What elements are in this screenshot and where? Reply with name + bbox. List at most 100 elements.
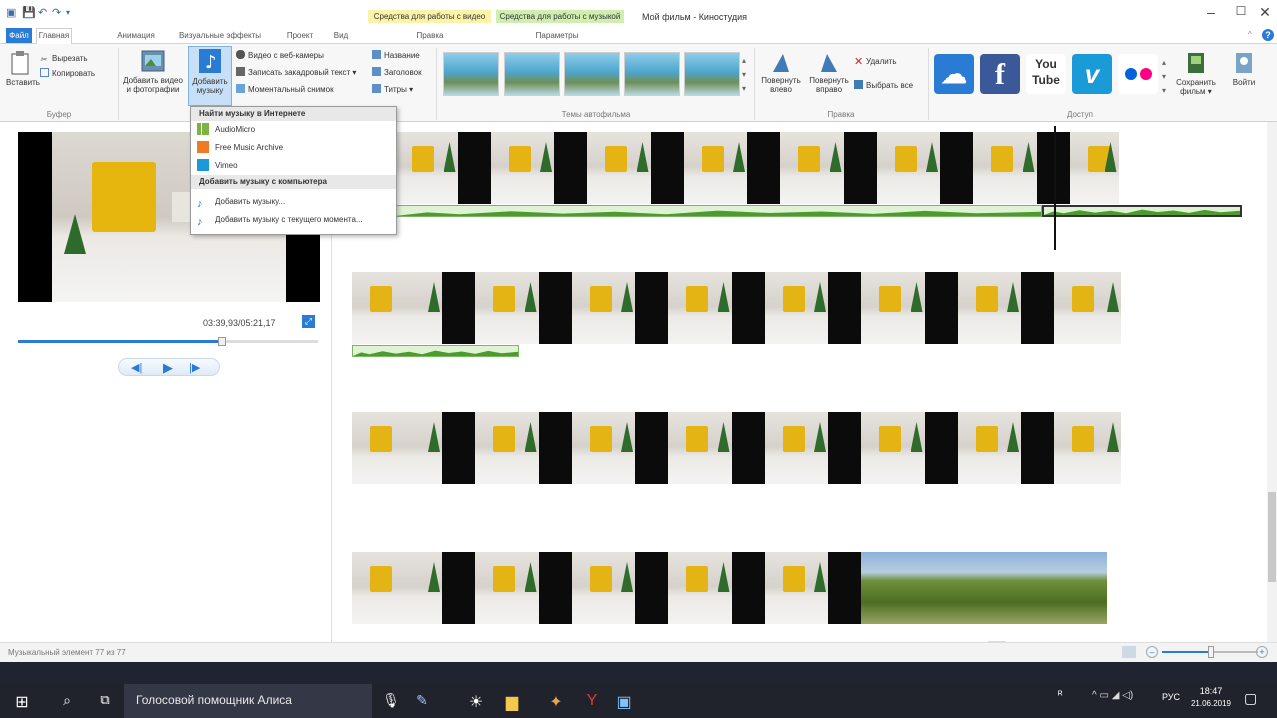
clip-frame[interactable]: [1036, 132, 1070, 204]
select-all-button[interactable]: Выбрать все: [854, 80, 913, 91]
clip-frame[interactable]: [764, 412, 828, 484]
credits-button[interactable]: Титры ▾: [372, 84, 413, 95]
menu-item-add-music-current[interactable]: ♪ Добавить музыку с текущего момента...: [191, 211, 396, 229]
close-button[interactable]: ✕: [1250, 4, 1277, 22]
clock-time[interactable]: 18:47: [1196, 686, 1226, 696]
thumbnail-size-icon[interactable]: [1122, 646, 1136, 658]
flickr-icon[interactable]: [1118, 54, 1158, 94]
theme-thumbnail[interactable]: [684, 52, 740, 96]
clip-frame[interactable]: [731, 412, 765, 484]
clip-frame[interactable]: [1021, 272, 1054, 344]
clip-frame[interactable]: [1021, 412, 1054, 484]
people-icon[interactable]: ᴿ: [1058, 690, 1063, 701]
yandex-browser-icon[interactable]: Y: [580, 692, 604, 710]
clip-frame[interactable]: [442, 412, 475, 484]
menu-item-vimeo[interactable]: Vimeo: [191, 157, 396, 175]
clip-frame[interactable]: [442, 552, 475, 624]
clip-frame[interactable]: [635, 272, 668, 344]
clip-frame[interactable]: [571, 272, 635, 344]
playhead[interactable]: [1054, 126, 1056, 250]
search-icon[interactable]: ⌕: [56, 692, 78, 709]
notification-icon[interactable]: ▢: [1244, 690, 1257, 707]
clip-frame[interactable]: [668, 412, 732, 484]
save-quick-icon[interactable]: 💾: [22, 6, 36, 19]
seek-thumb[interactable]: [218, 337, 226, 346]
delete-button[interactable]: ✕ Удалить: [854, 56, 897, 68]
clip-frame[interactable]: [828, 412, 861, 484]
clip-frame[interactable]: [352, 552, 442, 624]
cut-button[interactable]: ✂ Вырезать: [40, 53, 88, 64]
tab-options[interactable]: Параметры: [524, 29, 590, 43]
clip-frame[interactable]: [571, 412, 635, 484]
photo-app-icon[interactable]: ▣: [612, 692, 636, 712]
scroll-thumb[interactable]: [1268, 492, 1276, 582]
task-view-icon[interactable]: ⧉: [94, 692, 116, 708]
clip-frame[interactable]: [876, 132, 940, 204]
clip-frame[interactable]: [861, 412, 925, 484]
previous-frame-icon[interactable]: ◀|: [131, 361, 142, 374]
sign-in-button[interactable]: Войти: [1224, 50, 1264, 87]
menu-item-audiomicro[interactable]: AudioMicro: [191, 121, 396, 139]
themes-scroll-icon[interactable]: ▴ ▾ ▾: [742, 54, 746, 96]
title-button[interactable]: Название: [372, 50, 420, 61]
clip-frame[interactable]: [490, 132, 554, 204]
tab-view[interactable]: Вид: [330, 29, 352, 43]
theme-thumbnail[interactable]: [564, 52, 620, 96]
clip-frame[interactable]: [538, 272, 572, 344]
clip-frame[interactable]: [475, 552, 539, 624]
youtube-icon[interactable]: You Tube: [1026, 54, 1066, 94]
clip-frame[interactable]: [475, 412, 539, 484]
tab-visual-effects[interactable]: Визуальные эффекты: [178, 29, 262, 43]
clip-frame[interactable]: [554, 132, 587, 204]
clip-frame[interactable]: [940, 132, 973, 204]
zoom-in-icon[interactable]: +: [1256, 646, 1268, 658]
music-waveform-selected[interactable]: [1042, 205, 1242, 217]
clock-date[interactable]: 21.06.2019: [1190, 699, 1232, 708]
zoom-thumb[interactable]: [1208, 646, 1214, 658]
add-music-button[interactable]: ♪ Добавить музыку: [188, 46, 232, 106]
narration-button[interactable]: Записать закадровый текст ▾: [236, 67, 356, 78]
music-waveform[interactable]: [352, 345, 519, 357]
windows-start-icon[interactable]: ⊞: [10, 692, 34, 712]
file-explorer-icon[interactable]: ▆: [500, 692, 524, 712]
clip-frame[interactable]: [924, 272, 958, 344]
clip-frame[interactable]: [764, 552, 828, 624]
clip-frame[interactable]: [668, 552, 732, 624]
paste-button[interactable]: Вставить: [6, 50, 40, 87]
redo-icon[interactable]: ↷: [52, 6, 61, 19]
collapse-ribbon-icon[interactable]: ^: [1248, 30, 1252, 39]
language-indicator[interactable]: РУС: [1162, 692, 1180, 702]
next-frame-icon[interactable]: |▶: [189, 361, 200, 374]
tab-animation[interactable]: Анимация: [116, 29, 156, 43]
copy-button[interactable]: Копировать: [40, 68, 95, 79]
clip-frame[interactable]: [538, 552, 572, 624]
tray-icons[interactable]: ^ ▭ ◢ ◁): [1092, 690, 1133, 701]
clip-frame[interactable]: [828, 272, 861, 344]
clip-frame[interactable]: [668, 272, 732, 344]
clip-frame[interactable]: [843, 132, 877, 204]
menu-item-add-music[interactable]: ♪ Добавить музыку...: [191, 193, 396, 211]
clip-frame[interactable]: [457, 132, 491, 204]
share-scroll-icon[interactable]: ▴ ▾ ▾: [1162, 56, 1166, 98]
tab-file[interactable]: Файл: [6, 28, 32, 43]
clip-frame[interactable]: [394, 132, 458, 204]
snapshot-button[interactable]: Моментальный снимок: [236, 84, 334, 95]
pinned-app-icon[interactable]: ✎: [410, 692, 434, 709]
brightness-icon[interactable]: ☀: [464, 692, 488, 712]
app-icon[interactable]: ▣: [6, 6, 16, 19]
clip-frame[interactable]: [352, 272, 442, 344]
clip-frame[interactable]: [861, 272, 925, 344]
minimize-button[interactable]: –: [1196, 4, 1226, 22]
tab-edit[interactable]: Правка: [408, 29, 452, 43]
theme-thumbnail[interactable]: [443, 52, 499, 96]
rotate-right-button[interactable]: Повернуть вправо: [806, 50, 852, 94]
theme-thumbnail[interactable]: [624, 52, 680, 96]
help-icon[interactable]: ?: [1262, 29, 1274, 41]
clip-frame[interactable]: [731, 272, 765, 344]
clip-frame[interactable]: [828, 552, 861, 624]
webcam-button[interactable]: Видео с веб-камеры: [236, 50, 324, 61]
clip-frame[interactable]: [475, 272, 539, 344]
vertical-scrollbar[interactable]: [1267, 122, 1277, 642]
movie-maker-icon[interactable]: ✦: [544, 692, 568, 712]
clip-frame[interactable]: [587, 132, 651, 204]
